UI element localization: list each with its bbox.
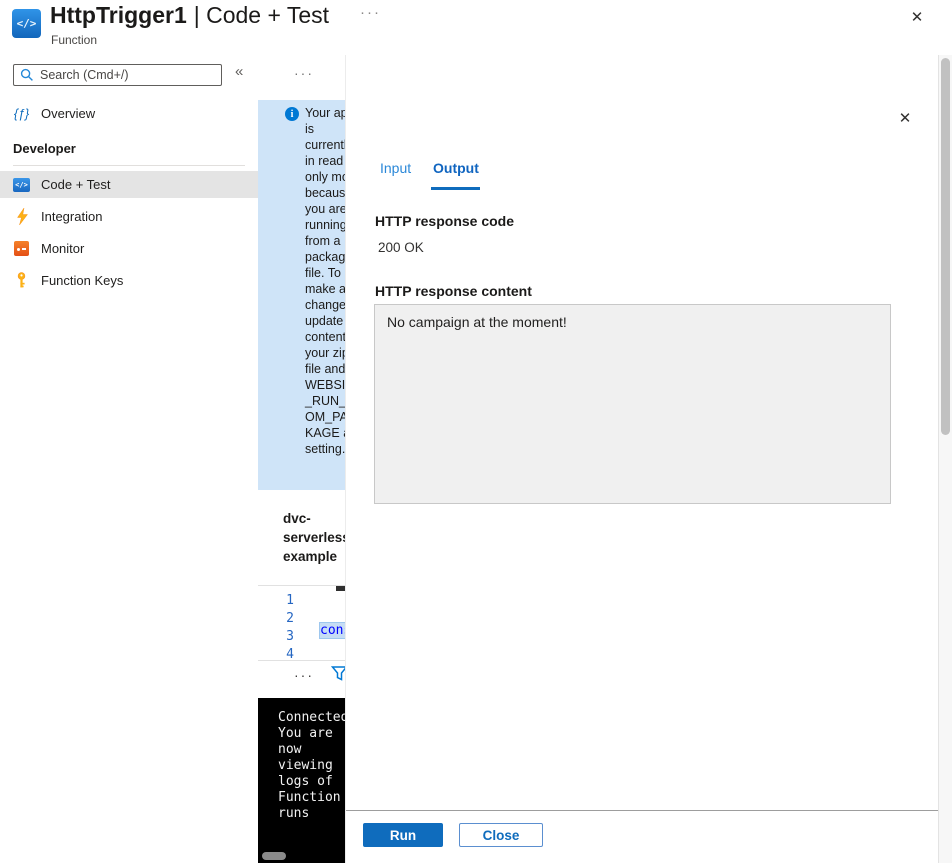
tab-output[interactable]: Output (433, 160, 479, 176)
line-number: 2 (286, 611, 294, 626)
tab-input[interactable]: Input (380, 160, 411, 176)
sidebar-item-label: Monitor (41, 241, 85, 256)
response-content-textarea[interactable]: No campaign at the moment! (374, 304, 891, 504)
panel-footer-divider (346, 810, 939, 811)
editor-minimap-handle[interactable] (336, 586, 345, 591)
close-button[interactable]: Close (459, 823, 543, 847)
line-number: 4 (286, 647, 294, 661)
app-name-wrap: dvc-serverless example (258, 507, 345, 573)
readonly-info-banner: i Your app is currently in read only mod… (258, 100, 345, 490)
collapse-sidebar-button[interactable]: « (235, 63, 243, 80)
page-title: HttpTrigger1 | Code + Test (50, 2, 329, 29)
sidebar-item-label: Function Keys (41, 273, 124, 288)
blade-header: </> HttpTrigger1 | Code + Test Function ·… (0, 0, 952, 55)
sidebar-item-label: Code + Test (41, 177, 111, 192)
pane-toolbar-more[interactable]: ··· (294, 65, 314, 81)
active-tab-underline (431, 187, 480, 190)
readonly-banner-text: Your app is currently in read only mode … (305, 106, 345, 456)
page-subtitle: Function (51, 33, 98, 47)
sidebar-item-monitor[interactable]: Monitor (0, 235, 258, 262)
log-console: Connected! You are now viewing logs of F… (258, 698, 345, 863)
editor-code: const module (318, 592, 345, 660)
monitor-icon (13, 240, 30, 257)
panel-close-icon[interactable]: ✕ (894, 107, 916, 129)
blade-scrollbar-thumb[interactable] (941, 58, 950, 435)
search-icon (20, 68, 34, 87)
response-code-value: 200 OK (378, 240, 424, 255)
search-input[interactable] (13, 64, 222, 86)
code-test-icon: </> (13, 176, 30, 193)
editor-line-numbers: 1 2 3 4 (258, 592, 300, 661)
blade-scrollbar[interactable] (938, 55, 952, 863)
logs-toolbar-more[interactable]: ··· (294, 667, 314, 683)
test-result-panel: ✕ Input Output HTTP response code 200 OK… (345, 55, 939, 863)
function-name: HttpTrigger1 (50, 2, 187, 28)
sidebar-item-overview[interactable]: {ƒ} Overview (0, 100, 258, 127)
blade-name: | Code + Test (193, 2, 330, 28)
keyword-const: const (318, 622, 345, 639)
line-number: 3 (286, 629, 294, 644)
sidebar-item-label: Integration (41, 209, 103, 224)
sidebar-item-code-test[interactable]: </> Code + Test (0, 171, 258, 198)
sidebar-search (13, 64, 222, 86)
blade-close-icon[interactable]: ✕ (906, 6, 928, 28)
run-button[interactable]: Run (363, 823, 443, 847)
response-content-label: HTTP response content (375, 283, 532, 299)
function-app-icon: </> (12, 9, 41, 38)
key-icon (13, 272, 30, 289)
section-divider (13, 165, 245, 166)
info-icon: i (285, 107, 299, 121)
sidebar-item-function-keys[interactable]: Function Keys (0, 267, 258, 294)
integration-lightning-icon (13, 208, 30, 225)
log-console-text: Connected! You are now viewing logs of F… (278, 710, 345, 821)
function-menu-sidebar: « {ƒ} Overview Developer </> Code + Test… (0, 55, 258, 863)
sidebar-item-integration[interactable]: Integration (0, 203, 258, 230)
sidebar-section-developer: Developer (13, 141, 76, 156)
overview-icon: {ƒ} (13, 106, 30, 121)
sidebar-item-label: Overview (41, 106, 96, 121)
app-name-label: dvc-serverless example (283, 511, 345, 564)
console-hscrollbar-thumb[interactable] (262, 852, 286, 860)
response-code-label: HTTP response code (375, 213, 515, 229)
line-number: 1 (286, 593, 294, 608)
code-editor[interactable]: 1 2 3 4 const module (258, 585, 345, 661)
azure-function-code-test-blade: </> HttpTrigger1 | Code + Test Function ·… (0, 0, 952, 863)
blade-more-menu[interactable]: ··· (360, 4, 381, 21)
